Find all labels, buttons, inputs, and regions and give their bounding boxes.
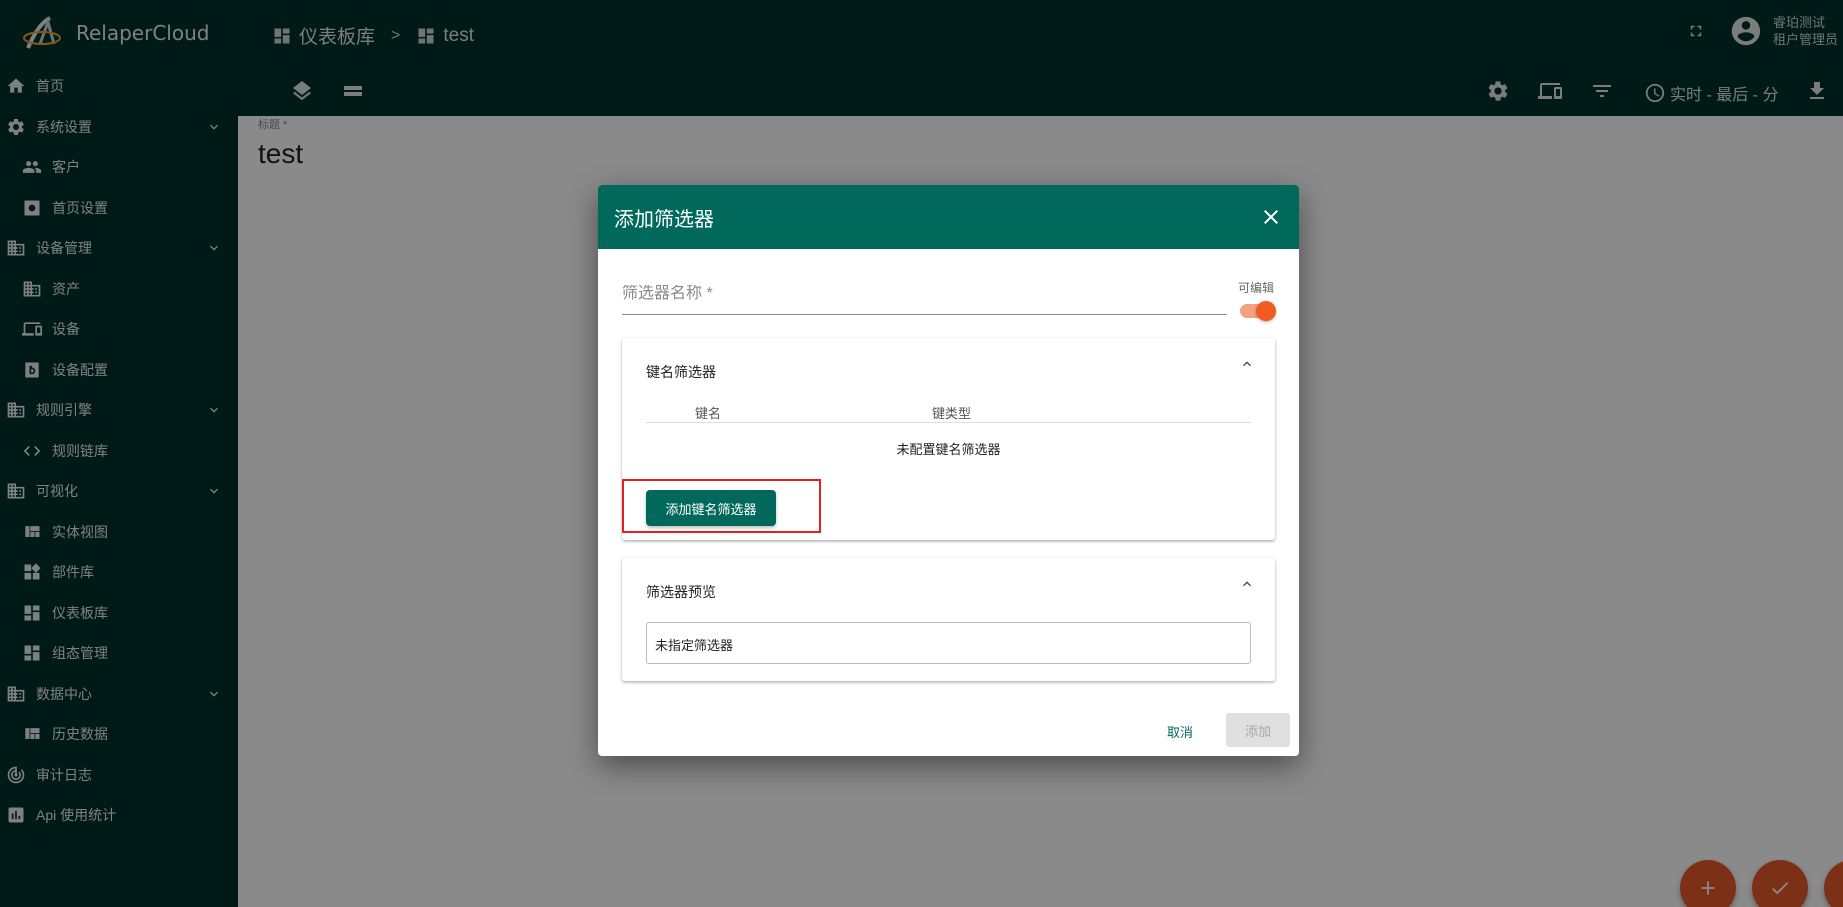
chevron-up-icon[interactable] <box>1239 356 1255 372</box>
dialog-title: 添加筛选器 <box>614 208 714 231</box>
key-filters-title[interactable]: 键名筛选器 <box>646 362 716 382</box>
filter-preview-panel: 筛选器预览 未指定筛选器 <box>622 558 1275 681</box>
filter-preview-title[interactable]: 筛选器预览 <box>646 582 716 602</box>
chevron-up-icon[interactable] <box>1239 576 1255 592</box>
add-button[interactable]: 添加 <box>1226 713 1290 747</box>
filter-name-input[interactable] <box>622 285 1227 303</box>
key-filters-panel: 键名筛选器 键名 键类型 未配置键名筛选器 添加键名筛选器 <box>622 338 1275 540</box>
column-header-key-type: 键类型 <box>932 406 972 421</box>
filter-name-field <box>622 285 1227 315</box>
add-key-filter-button[interactable]: 添加键名筛选器 <box>646 490 776 526</box>
table-divider <box>646 422 1251 423</box>
toggle-thumb <box>1256 301 1276 321</box>
filter-preview-box: 未指定筛选器 <box>646 622 1251 664</box>
editable-toggle[interactable] <box>1238 299 1276 321</box>
editable-label: 可编辑 <box>1238 281 1275 295</box>
add-filter-dialog: 添加筛选器 可编辑 键名筛选器 键名 键类型 未配置键名筛选器 添加 键名筛选器 … <box>598 185 1299 756</box>
cancel-button[interactable]: 取消 <box>1167 722 1193 741</box>
column-header-key-name: 键名 <box>695 406 722 421</box>
empty-message: 未配置键名筛选器 <box>896 442 1001 457</box>
close-icon[interactable] <box>1259 205 1283 229</box>
dialog-header: 添加筛选器 <box>598 185 1299 249</box>
